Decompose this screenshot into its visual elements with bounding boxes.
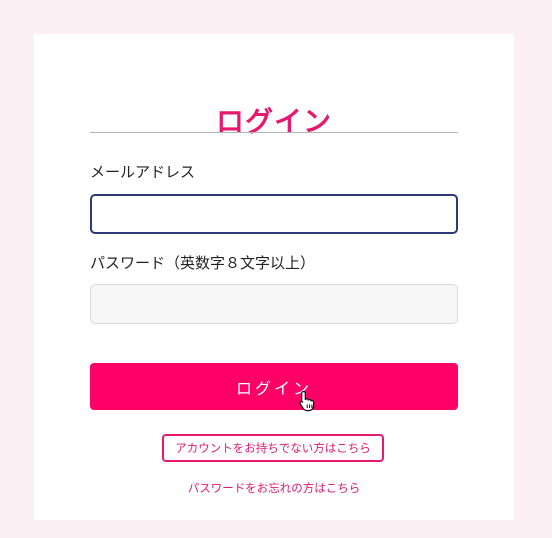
password-label: パスワード（英数字８文字以上） — [90, 254, 316, 272]
login-button[interactable]: ログイン — [90, 363, 458, 410]
forgot-password-link[interactable]: パスワードをお忘れの方はこちら — [34, 480, 514, 496]
email-label: メールアドレス — [90, 163, 196, 181]
password-field[interactable] — [90, 284, 458, 324]
email-field[interactable] — [90, 194, 458, 234]
title-divider — [90, 132, 458, 133]
hand-pointer-cursor-icon — [299, 390, 315, 412]
page-title: ログイン — [215, 105, 332, 138]
login-card: ログイン メールアドレス パスワード（英数字８文字以上） ログイン アカウントを… — [34, 34, 514, 520]
no-account-link[interactable]: アカウントをお持ちでない方はこちら — [162, 434, 384, 462]
